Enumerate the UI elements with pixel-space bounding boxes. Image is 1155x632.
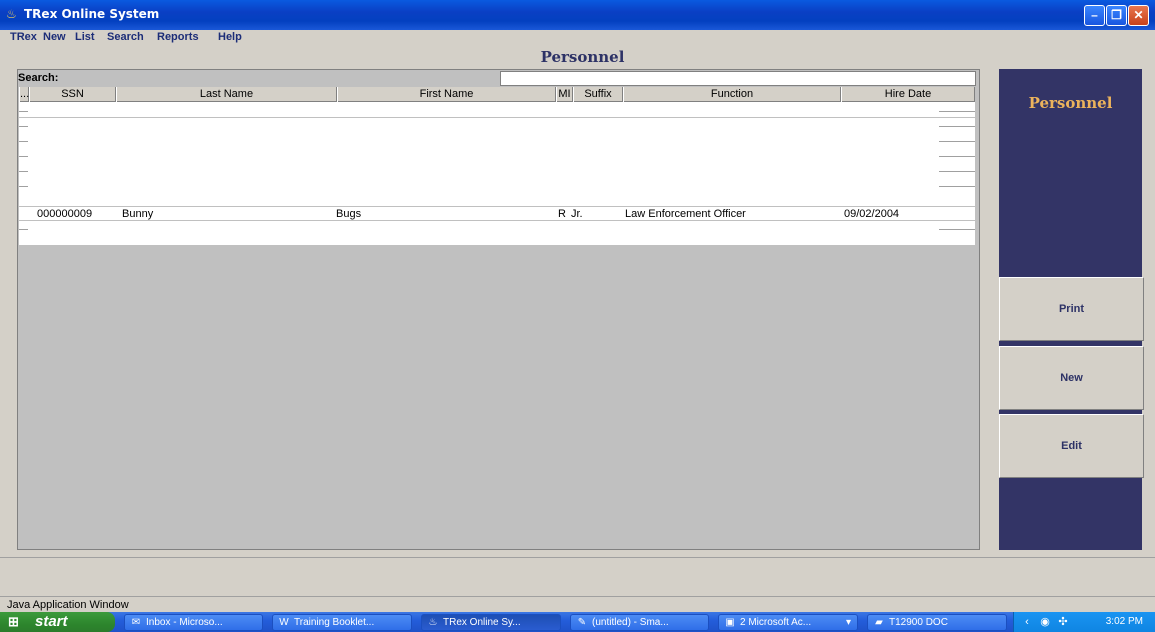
close-button[interactable]: ✕ xyxy=(1128,5,1149,26)
outlook-icon: ✉ xyxy=(131,617,141,628)
chevron-down-icon: ▾ xyxy=(845,617,851,628)
table-row-empty[interactable] xyxy=(19,148,975,163)
search-label: Search: xyxy=(18,72,59,84)
new-button[interactable]: New xyxy=(999,346,1144,410)
table-row-empty[interactable] xyxy=(19,133,975,148)
taskbar-item-folder[interactable]: ▰ T12900 DOC xyxy=(867,614,1007,631)
cell-first-name: Bugs xyxy=(336,208,362,220)
menu-reports[interactable]: Reports xyxy=(157,31,199,43)
column-header-mi[interactable]: MI xyxy=(556,87,573,102)
system-tray: ‹ ◉ ✣ 3:02 PM xyxy=(1013,612,1155,632)
table-row-empty[interactable] xyxy=(19,103,975,118)
column-header-suffix[interactable]: Suffix xyxy=(573,87,623,102)
cell-ssn: 000000009 xyxy=(37,208,93,220)
status-text: Java Application Window xyxy=(7,599,129,611)
table-row-empty[interactable] xyxy=(19,163,975,178)
menu-search[interactable]: Search xyxy=(107,31,144,43)
windows-logo-icon: ⊞ xyxy=(8,614,19,629)
table-row[interactable]: 000000009 Bunny Bugs R Jr. Law Enforceme… xyxy=(19,206,975,221)
taskbar-item-access[interactable]: ▣ 2 Microsoft Ac... ▾ xyxy=(718,614,858,631)
tray-arrow-icon[interactable]: ‹ xyxy=(1020,615,1034,629)
cell-function: Law Enforcement Officer xyxy=(625,208,746,220)
personnel-grid: ... SSN Last Name First Name MI Suffix F… xyxy=(19,87,975,245)
table-row-empty[interactable] xyxy=(19,118,975,133)
tray-app-icon[interactable]: ◉ xyxy=(1038,615,1052,629)
menu-list[interactable]: List xyxy=(75,31,95,43)
page-title: Personnel xyxy=(540,48,625,66)
personnel-table-panel: Search: ... SSN Last Name First Name MI … xyxy=(17,69,980,550)
column-header-ssn[interactable]: SSN xyxy=(29,87,116,102)
snagit-icon: ✎ xyxy=(577,617,587,628)
menu-bar: TRex New List Search Reports Help xyxy=(0,30,1155,46)
start-button[interactable]: ⊞ start xyxy=(0,612,115,632)
column-header-function[interactable]: Function xyxy=(623,87,841,102)
print-button[interactable]: Print xyxy=(999,277,1144,341)
java-icon: ♨ xyxy=(428,617,438,628)
window-titlebar: ♨ TRex Online System – ❐ ✕ xyxy=(0,0,1155,30)
taskbar-item-trex[interactable]: ♨ TRex Online Sy... xyxy=(421,614,561,631)
minimize-button[interactable]: – xyxy=(1084,5,1105,26)
column-header-hire-date[interactable]: Hire Date xyxy=(841,87,975,102)
java-icon: ♨ xyxy=(6,7,17,21)
taskbar-item-training-booklet[interactable]: W Training Booklet... xyxy=(272,614,412,631)
start-label: start xyxy=(35,613,68,630)
column-header-last-name[interactable]: Last Name xyxy=(116,87,337,102)
clock: 3:02 PM xyxy=(1105,616,1143,627)
table-row-empty[interactable] xyxy=(19,178,975,193)
cell-mi: R xyxy=(558,208,566,220)
divider xyxy=(0,557,1155,558)
edit-button[interactable]: Edit xyxy=(999,414,1144,478)
menu-trex[interactable]: TRex xyxy=(10,31,37,43)
table-row-empty[interactable] xyxy=(19,221,975,236)
window-title: TRex Online System xyxy=(24,7,160,21)
sidebar-title: Personnel xyxy=(1028,94,1113,112)
column-header-select[interactable]: ... xyxy=(19,87,29,102)
cell-suffix: Jr. xyxy=(571,208,583,220)
taskbar: ⊞ start ✉ Inbox - Microso... W Training Bo… xyxy=(0,612,1155,632)
access-icon: ▣ xyxy=(725,617,735,628)
network-icon[interactable]: ✣ xyxy=(1056,615,1070,629)
search-input[interactable] xyxy=(500,71,976,86)
word-icon: W xyxy=(279,617,289,628)
cell-hire-date: 09/02/2004 xyxy=(844,208,900,220)
status-bar: Java Application Window xyxy=(0,596,1155,612)
action-sidebar: Personnel Print New Edit xyxy=(993,69,1144,550)
maximize-button[interactable]: ❐ xyxy=(1106,5,1127,26)
menu-help[interactable]: Help xyxy=(218,31,242,43)
cell-last-name: Bunny xyxy=(122,208,154,220)
taskbar-item-inbox[interactable]: ✉ Inbox - Microso... xyxy=(124,614,263,631)
taskbar-item-snagit[interactable]: ✎ (untitled) - Sma... xyxy=(570,614,709,631)
menu-new[interactable]: New xyxy=(43,31,66,43)
column-header-first-name[interactable]: First Name xyxy=(337,87,556,102)
grid-header: ... SSN Last Name First Name MI Suffix F… xyxy=(19,87,975,102)
folder-icon: ▰ xyxy=(875,617,883,628)
